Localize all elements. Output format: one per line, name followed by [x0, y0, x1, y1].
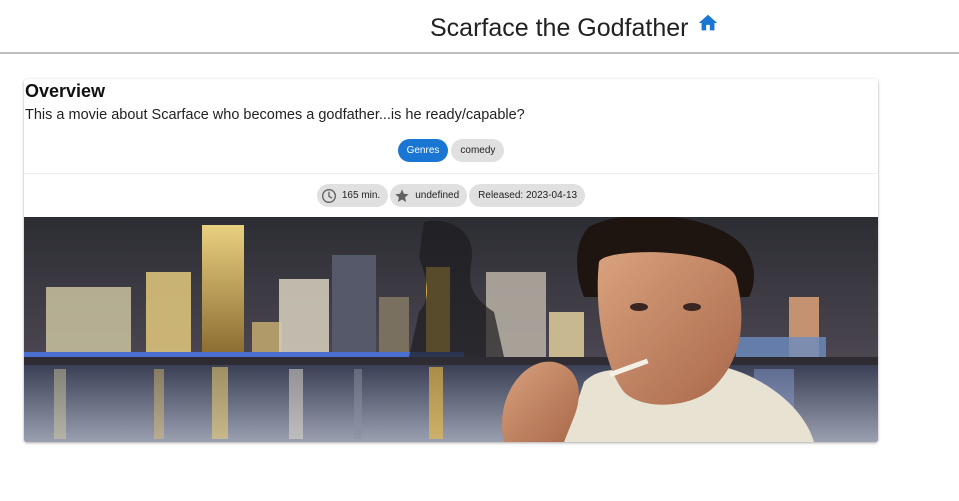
- movie-poster-image: [24, 217, 878, 442]
- title-bar: Scarface the Godfather: [430, 13, 719, 43]
- page-title: Scarface the Godfather: [430, 14, 689, 42]
- movie-meta-list: 165 min. undefined Released: 2023-04-13: [24, 184, 878, 207]
- overview-heading: Overview: [25, 81, 106, 101]
- movie-details-card: Overview This a movie about Scarface who…: [24, 79, 878, 442]
- home-icon[interactable]: [697, 12, 719, 34]
- site-header: Scarface the Godfather: [0, 0, 959, 54]
- release-date-text: Released: 2023-04-13: [478, 190, 578, 201]
- overview-text: This a movie about Scarface who becomes …: [25, 107, 525, 123]
- poster-illustration: [24, 217, 878, 442]
- runtime-chip[interactable]: 165 min.: [316, 184, 389, 207]
- rating-text: undefined: [415, 190, 460, 201]
- release-date-chip[interactable]: Released: 2023-04-13: [469, 184, 586, 207]
- genre-chip[interactable]: comedy: [451, 139, 505, 162]
- genres-label-chip[interactable]: Genres: [397, 139, 449, 162]
- divider: [24, 173, 878, 174]
- genres-list: Genres comedy: [24, 139, 878, 162]
- rating-chip[interactable]: undefined: [390, 184, 468, 207]
- clock-icon: [321, 188, 336, 203]
- runtime-text: 165 min.: [341, 190, 381, 201]
- star-icon: [395, 188, 409, 202]
